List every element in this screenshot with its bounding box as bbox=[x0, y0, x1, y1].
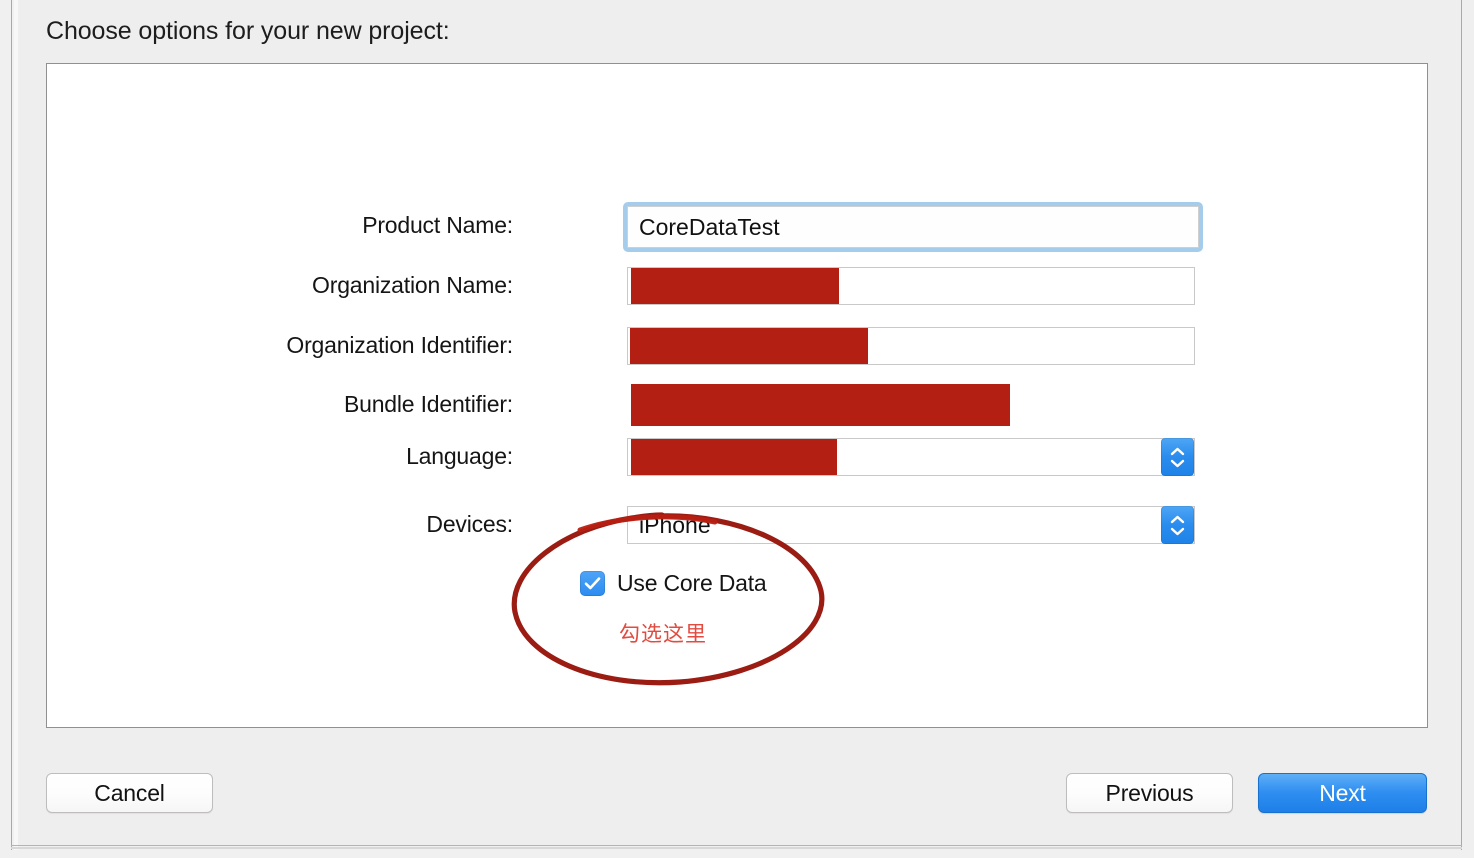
use-core-data-checkbox[interactable] bbox=[580, 571, 605, 596]
previous-button-label: Previous bbox=[1105, 779, 1194, 806]
cancel-button-label: Cancel bbox=[94, 779, 165, 806]
form-row-language: Language: bbox=[47, 436, 1427, 476]
window-edge-bottom-shadow bbox=[11, 847, 1462, 849]
chevron-up-icon bbox=[1170, 515, 1185, 524]
dialog-screen: Choose options for your new project: Pro… bbox=[0, 0, 1474, 858]
devices-value: iPhone bbox=[639, 512, 711, 538]
redaction-bundle-identifier bbox=[631, 384, 1010, 426]
label-bundle-identifier: Bundle Identifier: bbox=[343, 391, 513, 417]
product-name-input[interactable]: CoreDataTest bbox=[627, 206, 1199, 248]
form-row-bundle-identifier: Bundle Identifier: bbox=[47, 384, 1427, 426]
label-devices: Devices: bbox=[426, 511, 513, 537]
label-language: Language: bbox=[406, 443, 513, 469]
label-organization-identifier: Organization Identifier: bbox=[286, 332, 513, 358]
product-name-value: CoreDataTest bbox=[639, 214, 780, 240]
form-row-organization-name: Organization Name: bbox=[47, 265, 1427, 305]
devices-stepper[interactable] bbox=[1161, 506, 1194, 544]
previous-button[interactable]: Previous bbox=[1066, 773, 1233, 813]
window-edge-left bbox=[11, 0, 12, 850]
redaction-organization-identifier bbox=[630, 328, 868, 364]
annotation-text: 勾选这里 bbox=[619, 623, 707, 646]
use-core-data-row[interactable]: Use Core Data bbox=[580, 570, 767, 597]
window-edge-bottom bbox=[11, 845, 1462, 846]
form-row-devices: Devices: iPhone bbox=[47, 504, 1427, 544]
use-core-data-label: Use Core Data bbox=[617, 570, 767, 596]
chevron-up-icon bbox=[1170, 447, 1185, 456]
window-edge-right-inner bbox=[1462, 0, 1474, 850]
window-edge-right bbox=[1461, 0, 1462, 850]
language-stepper[interactable] bbox=[1161, 438, 1194, 476]
chevron-down-icon bbox=[1170, 459, 1185, 468]
next-button[interactable]: Next bbox=[1258, 773, 1427, 813]
cancel-button[interactable]: Cancel bbox=[46, 773, 213, 813]
label-product-name: Product Name: bbox=[362, 212, 513, 238]
form-row-product-name: Product Name: CoreDataTest bbox=[47, 202, 1427, 252]
chevron-down-icon bbox=[1170, 527, 1185, 536]
next-button-label: Next bbox=[1319, 779, 1366, 806]
options-form-panel: Product Name: CoreDataTest Organization … bbox=[46, 63, 1428, 728]
label-organization-name: Organization Name: bbox=[312, 272, 513, 298]
redaction-language bbox=[631, 439, 837, 475]
devices-popup[interactable]: iPhone bbox=[627, 506, 1195, 544]
form-row-organization-identifier: Organization Identifier: bbox=[47, 325, 1427, 365]
redaction-organization-name bbox=[631, 268, 839, 304]
window-edge-left-inner bbox=[14, 0, 18, 850]
page-title: Choose options for your new project: bbox=[46, 17, 450, 45]
